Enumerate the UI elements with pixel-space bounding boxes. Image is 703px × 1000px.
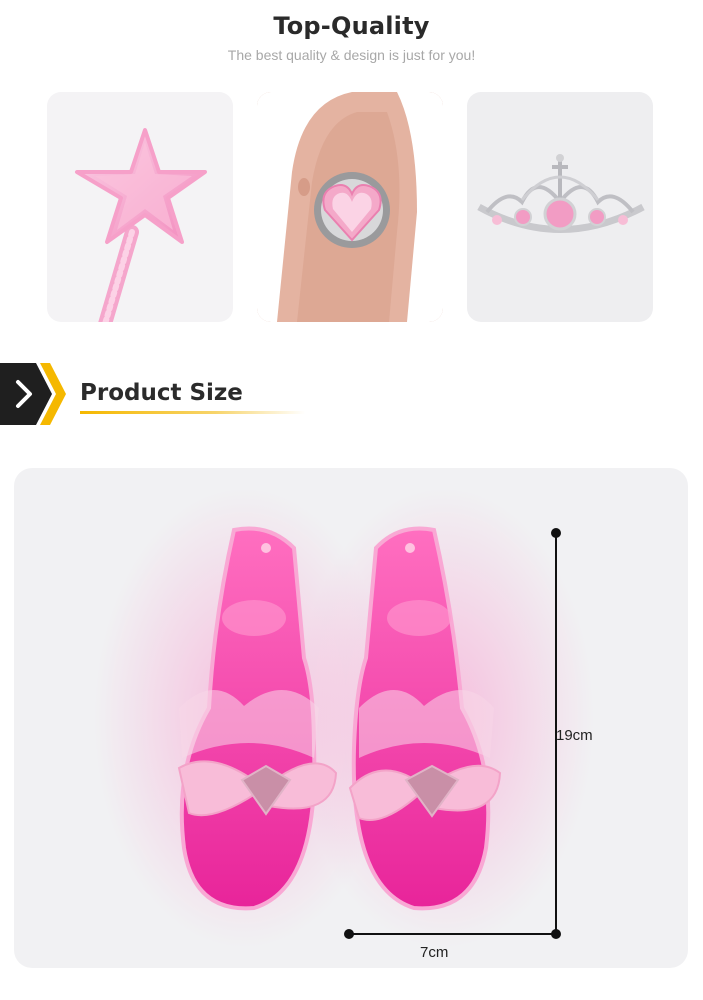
height-label: 19cm <box>556 727 593 744</box>
slippers-image <box>94 488 594 948</box>
section-badge <box>0 363 66 425</box>
page-title: Top-Quality <box>273 12 430 40</box>
section-title: Product Size <box>80 380 243 406</box>
heart-ring-card <box>257 92 443 322</box>
product-size-panel <box>14 468 688 968</box>
width-label: 7cm <box>420 944 449 961</box>
star-wand-card <box>47 92 233 322</box>
section-header: Product Size <box>0 363 703 425</box>
heart-ring-image <box>257 92 443 322</box>
star-wand-image <box>75 128 207 322</box>
tiara-image <box>477 154 645 233</box>
heart-ring-gem <box>314 172 390 248</box>
page-subtitle: The best quality & design is just for yo… <box>227 47 476 63</box>
tiara-card <box>467 92 653 322</box>
section-underline <box>80 411 305 414</box>
